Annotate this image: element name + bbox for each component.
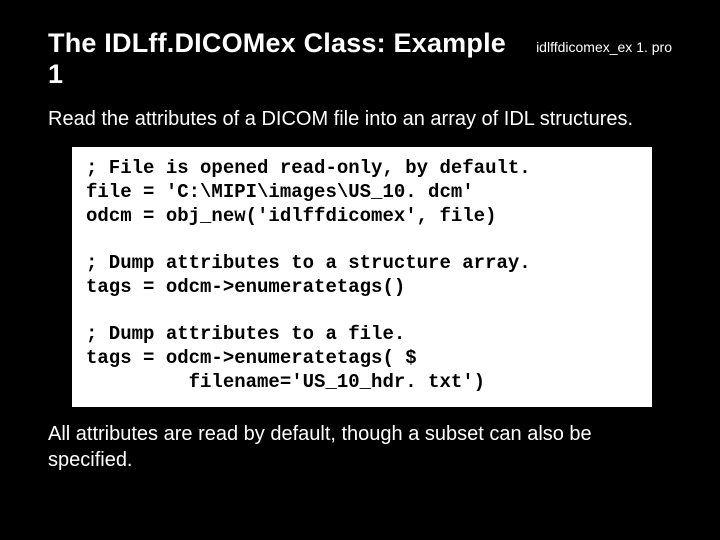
slide-title: The IDLff.DICOMex Class: Example 1 <box>48 28 520 90</box>
slide: The IDLff.DICOMex Class: Example 1 idlff… <box>0 0 720 540</box>
code-block: ; File is opened read-only, by default. … <box>72 147 652 407</box>
title-row: The IDLff.DICOMex Class: Example 1 idlff… <box>48 28 672 90</box>
filename-label: idlffdicomex_ex 1. pro <box>520 39 672 55</box>
footer-text: All attributes are read by default, thou… <box>48 421 672 473</box>
intro-text: Read the attributes of a DICOM file into… <box>48 108 672 131</box>
